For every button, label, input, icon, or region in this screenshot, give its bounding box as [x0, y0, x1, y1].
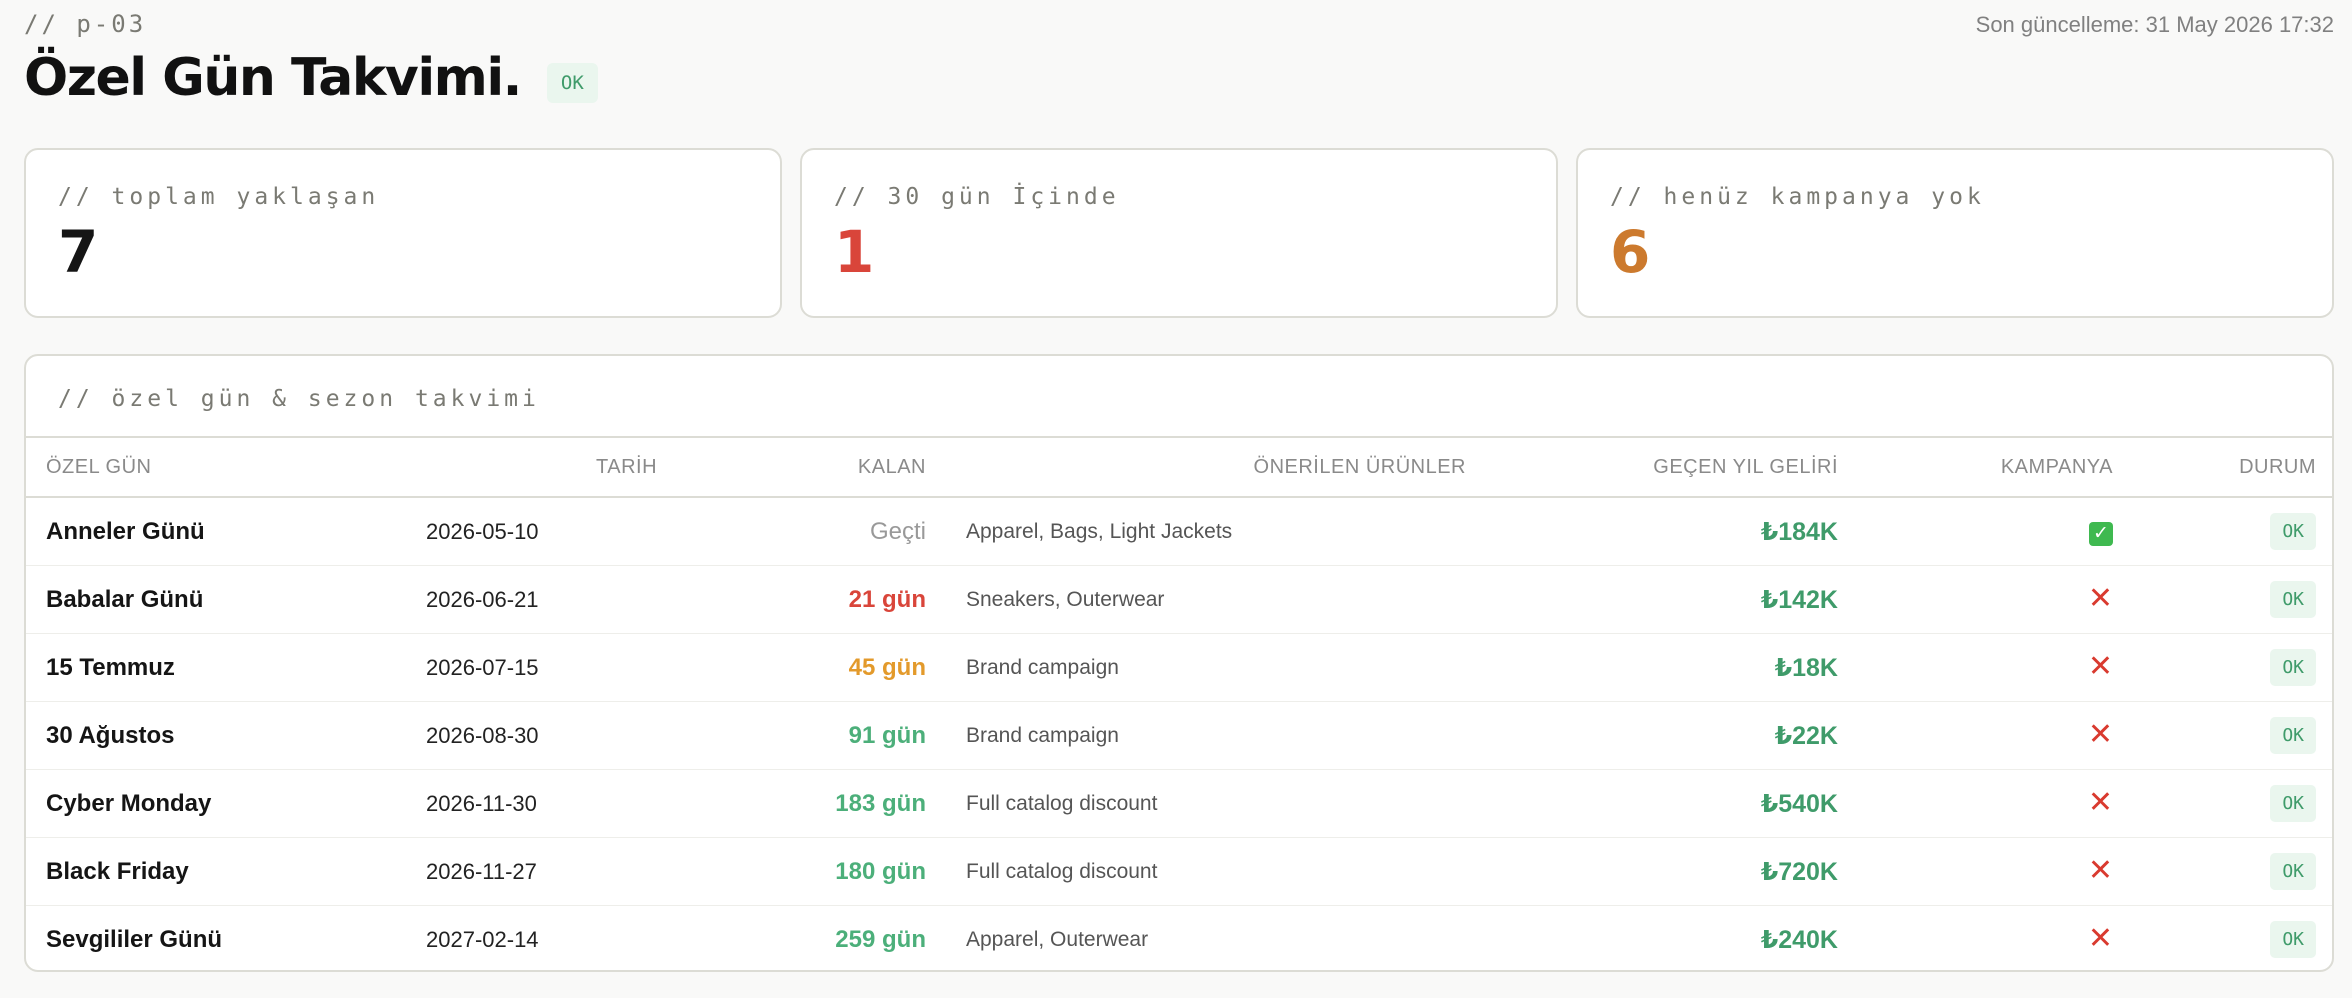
- col-date-header: TARİH: [406, 438, 706, 498]
- calendar-table: ÖZEL GÜN TARİH KALAN ÖNERİLEN ÜRÜNLER GE…: [26, 438, 2332, 971]
- cross-icon: ✕: [2087, 582, 2113, 615]
- campaign-status: ✕: [1858, 837, 2133, 906]
- campaign-status: ✕: [1858, 906, 2133, 971]
- col-remaining-header: KALAN: [706, 438, 946, 498]
- last-year-revenue: ₺22K: [1486, 701, 1858, 770]
- occasion-date: 2026-05-10: [406, 497, 706, 566]
- panel-title: // özel gün & sezon takvimi: [26, 356, 2332, 438]
- campaign-status: ✕: [1858, 701, 2133, 770]
- col-products-header: ÖNERİLEN ÜRÜNLER: [946, 438, 1486, 498]
- row-status: OK: [2133, 497, 2332, 566]
- card-value: 7: [58, 218, 99, 286]
- cross-icon: ✕: [2087, 650, 2113, 683]
- occasion-name: 15 Temmuz: [26, 633, 406, 702]
- occasion-date: 2026-08-30: [406, 701, 706, 770]
- row-status: OK: [2133, 701, 2332, 770]
- ok-badge: OK: [2270, 785, 2316, 822]
- last-year-revenue: ₺142K: [1486, 565, 1858, 634]
- occasion-name: Sevgililer Günü: [46, 925, 223, 953]
- suggested-products: Sneakers, Outerwear: [946, 565, 1486, 634]
- cross-icon: ✕: [2087, 786, 2113, 819]
- occasion-date: 2026-11-30: [406, 769, 706, 838]
- ok-badge: OK: [2270, 581, 2316, 618]
- page-code: // p-03: [24, 10, 147, 38]
- table-row[interactable]: Cyber Monday 2026-11-30 183 gün Full catalo…: [26, 769, 2332, 838]
- page-title: Özel Gün Takvimi.: [24, 48, 522, 108]
- row-status: OK: [2133, 565, 2332, 634]
- occasion-date: 2027-02-14: [426, 926, 539, 952]
- occasion-date: 2026-11-27: [406, 837, 706, 906]
- card-total-upcoming: // toplam yaklaşan 7: [24, 148, 782, 318]
- ok-badge: OK: [2270, 649, 2316, 686]
- days-remaining: 45 gün: [706, 633, 946, 702]
- ok-badge: OK: [2270, 853, 2316, 890]
- occasion-date: 2026-07-15: [406, 633, 706, 702]
- col-revenue-header: GEÇEN YIL GELİRİ: [1486, 438, 1858, 498]
- occasion-name: Babalar Günü: [26, 565, 406, 634]
- table-header-row: ÖZEL GÜN TARİH KALAN ÖNERİLEN ÜRÜNLER GE…: [26, 438, 2332, 498]
- card-label: // 30 gün İçinde: [834, 184, 1120, 210]
- card-label: // henüz kampanya yok: [1610, 184, 1985, 210]
- suggested-products: Apparel, Bags, Light Jackets: [946, 497, 1486, 566]
- summary-cards: // toplam yaklaşan 7 // 30 gün İçinde 1 …: [24, 148, 2334, 318]
- last-year-revenue: ₺184K: [1486, 497, 1858, 566]
- col-name-header: ÖZEL GÜN: [26, 438, 406, 498]
- last-year-revenue: ₺720K: [1486, 837, 1858, 906]
- row-status: OK: [2133, 633, 2332, 702]
- campaign-status: ✕: [1858, 565, 2133, 634]
- suggested-products: Apparel, Outerwear: [966, 927, 1149, 951]
- title-row: Özel Gün Takvimi. OK: [24, 48, 598, 108]
- suggested-products: Brand campaign: [946, 633, 1486, 702]
- suggested-products: Brand campaign: [946, 701, 1486, 770]
- card-within-30-days: // 30 gün İçinde 1: [800, 148, 1558, 318]
- campaign-status: ✕: [1858, 769, 2133, 838]
- campaign-status: ✕: [1858, 633, 2133, 702]
- col-campaign-header: KAMPANYA: [1858, 438, 2133, 498]
- table-row[interactable]: 15 Temmuz 2026-07-15 45 gün Brand campaign ₺…: [26, 633, 2332, 702]
- cross-icon: ✕: [2087, 922, 2113, 955]
- table-row[interactable]: Sevgililer Günü 2027-02-14 259 gün Apparel,…: [26, 906, 2332, 971]
- suggested-products: Full catalog discount: [946, 837, 1486, 906]
- occasion-name: Cyber Monday: [26, 769, 406, 838]
- last-updated: Son güncelleme: 31 May 2026 17:32: [1975, 12, 2334, 37]
- days-remaining: 183 gün: [706, 769, 946, 838]
- ok-badge: OK: [2270, 717, 2316, 754]
- last-year-revenue: ₺18K: [1486, 633, 1858, 702]
- status-badge: OK: [546, 63, 598, 103]
- table-row[interactable]: 30 Ağustos 2026-08-30 91 gün Brand campaign…: [26, 701, 2332, 770]
- cross-icon: ✕: [2087, 854, 2113, 887]
- ok-badge: OK: [2270, 513, 2316, 550]
- cross-icon: ✕: [2087, 718, 2113, 751]
- days-remaining: 21 gün: [706, 565, 946, 634]
- row-status: OK: [2133, 837, 2332, 906]
- table-row[interactable]: Black Friday 2026-11-27 180 gün Full catalo…: [26, 837, 2332, 906]
- occasion-name: 30 Ağustos: [26, 701, 406, 770]
- table-row[interactable]: Babalar Günü 2026-06-21 21 gün Sneakers, Ou…: [26, 565, 2332, 634]
- card-value: 6: [1610, 218, 1651, 286]
- occasion-date: 2026-06-21: [406, 565, 706, 634]
- campaign-status: ✓: [1858, 497, 2133, 566]
- days-remaining: 180 gün: [706, 837, 946, 906]
- suggested-products: Full catalog discount: [946, 769, 1486, 838]
- ok-badge: OK: [2270, 921, 2316, 958]
- card-no-campaign: // henüz kampanya yok 6: [1576, 148, 2334, 318]
- table-row[interactable]: Anneler Günü 2026-05-10 Geçti Apparel, Bags…: [26, 497, 2332, 566]
- last-year-revenue: ₺240K: [1760, 925, 1838, 954]
- last-year-revenue: ₺540K: [1486, 769, 1858, 838]
- occasion-name: Black Friday: [26, 837, 406, 906]
- days-remaining: 91 gün: [706, 701, 946, 770]
- calendar-panel: // özel gün & sezon takvimi ÖZEL GÜN TAR…: [24, 354, 2334, 972]
- occasion-name: Anneler Günü: [26, 497, 406, 566]
- days-remaining: Geçti: [706, 497, 946, 566]
- row-status: OK: [2133, 906, 2332, 971]
- col-status-header: DURUM: [2133, 438, 2332, 498]
- days-remaining: 259 gün: [835, 925, 926, 953]
- card-label: // toplam yaklaşan: [58, 184, 380, 210]
- row-status: OK: [2133, 769, 2332, 838]
- card-value: 1: [834, 218, 875, 286]
- check-icon: ✓: [2089, 521, 2113, 546]
